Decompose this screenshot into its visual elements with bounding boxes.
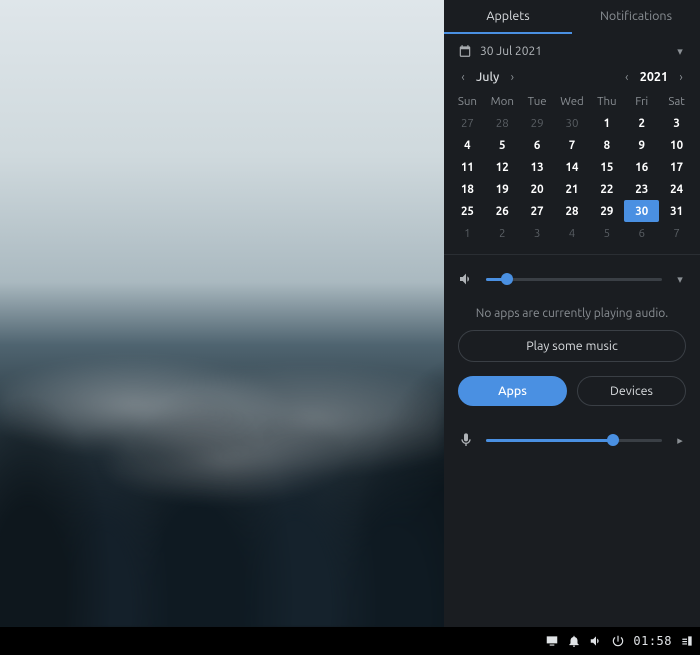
microphone-row: ▸ xyxy=(444,420,700,460)
tray-volume-icon[interactable] xyxy=(589,634,603,648)
calendar-icon xyxy=(458,44,472,58)
calendar-day[interactable]: 27 xyxy=(450,112,485,134)
date-header-text: 30 Jul 2021 xyxy=(480,45,542,58)
tray-sidebar-icon[interactable] xyxy=(680,634,694,648)
applets-panel: Applets Notifications 30 Jul 2021 ▾ ‹ Ju… xyxy=(444,0,700,627)
calendar-day[interactable]: 11 xyxy=(450,156,485,178)
taskbar: 01:58 xyxy=(0,627,700,655)
dow-label: Thu xyxy=(589,90,624,112)
tray-notifications-icon[interactable] xyxy=(567,634,581,648)
calendar-day[interactable]: 19 xyxy=(485,178,520,200)
microphone-icon[interactable] xyxy=(458,432,474,448)
dow-label: Tue xyxy=(520,90,555,112)
calendar-day[interactable]: 26 xyxy=(485,200,520,222)
tray-display-icon[interactable] xyxy=(545,634,559,648)
calendar-day[interactable]: 22 xyxy=(589,178,624,200)
calendar-day[interactable]: 2 xyxy=(624,112,659,134)
calendar-grid: SunMonTueWedThuFriSat 272829301234567891… xyxy=(444,90,700,250)
calendar-day[interactable]: 23 xyxy=(624,178,659,200)
desktop-wallpaper[interactable] xyxy=(0,0,444,627)
calendar-day[interactable]: 30 xyxy=(555,112,590,134)
tray-power-icon[interactable] xyxy=(611,634,625,648)
dow-label: Mon xyxy=(485,90,520,112)
calendar-day[interactable]: 1 xyxy=(450,222,485,244)
calendar-day[interactable]: 4 xyxy=(555,222,590,244)
volume-row: ▾ xyxy=(444,259,700,299)
apps-pill[interactable]: Apps xyxy=(458,376,567,406)
calendar-day[interactable]: 6 xyxy=(624,222,659,244)
tray-clock[interactable]: 01:58 xyxy=(633,634,672,648)
calendar-day[interactable]: 29 xyxy=(520,112,555,134)
calendar-day[interactable]: 20 xyxy=(520,178,555,200)
calendar-day[interactable]: 21 xyxy=(555,178,590,200)
calendar-day[interactable]: 15 xyxy=(589,156,624,178)
calendar-day[interactable]: 3 xyxy=(659,112,694,134)
calendar-day[interactable]: 25 xyxy=(450,200,485,222)
calendar-day[interactable]: 3 xyxy=(520,222,555,244)
microphone-expand-icon[interactable]: ▸ xyxy=(674,434,686,447)
dow-label: Wed xyxy=(555,90,590,112)
calendar-day[interactable]: 2 xyxy=(485,222,520,244)
volume-slider[interactable] xyxy=(486,278,662,281)
audio-tab-row: Apps Devices xyxy=(444,362,700,420)
dow-label: Sun xyxy=(450,90,485,112)
calendar-day[interactable]: 18 xyxy=(450,178,485,200)
calendar-day[interactable]: 6 xyxy=(520,134,555,156)
dow-label: Sat xyxy=(659,90,694,112)
tab-applets[interactable]: Applets xyxy=(444,0,572,34)
calendar-day[interactable]: 14 xyxy=(555,156,590,178)
dow-label: Fri xyxy=(624,90,659,112)
month-next-button[interactable]: › xyxy=(503,68,521,86)
no-apps-text: No apps are currently playing audio. xyxy=(444,299,700,330)
calendar-day[interactable]: 24 xyxy=(659,178,694,200)
calendar-day[interactable]: 30 xyxy=(624,200,659,222)
month-prev-button[interactable]: ‹ xyxy=(454,68,472,86)
calendar-day[interactable]: 12 xyxy=(485,156,520,178)
calendar-nav: ‹ July › ‹ 2021 › xyxy=(444,62,700,90)
month-label[interactable]: July xyxy=(474,70,501,84)
year-next-button[interactable]: › xyxy=(672,68,690,86)
microphone-slider[interactable] xyxy=(486,439,662,442)
calendar-day[interactable]: 8 xyxy=(589,134,624,156)
calendar-day[interactable]: 4 xyxy=(450,134,485,156)
date-header-row[interactable]: 30 Jul 2021 ▾ xyxy=(444,34,700,62)
calendar-day[interactable]: 28 xyxy=(555,200,590,222)
calendar-day[interactable]: 31 xyxy=(659,200,694,222)
calendar-day[interactable]: 27 xyxy=(520,200,555,222)
year-prev-button[interactable]: ‹ xyxy=(618,68,636,86)
calendar-day[interactable]: 9 xyxy=(624,134,659,156)
calendar-day[interactable]: 17 xyxy=(659,156,694,178)
volume-expand-icon[interactable]: ▾ xyxy=(674,273,686,286)
tab-notifications[interactable]: Notifications xyxy=(572,0,700,34)
speaker-icon[interactable] xyxy=(458,271,474,287)
panel-tabs: Applets Notifications xyxy=(444,0,700,34)
calendar-day[interactable]: 13 xyxy=(520,156,555,178)
calendar-day[interactable]: 7 xyxy=(555,134,590,156)
date-expand-icon[interactable]: ▾ xyxy=(674,45,686,58)
play-music-button[interactable]: Play some music xyxy=(458,330,686,362)
calendar-day[interactable]: 5 xyxy=(589,222,624,244)
year-label[interactable]: 2021 xyxy=(638,70,670,84)
calendar-day[interactable]: 29 xyxy=(589,200,624,222)
calendar-day[interactable]: 1 xyxy=(589,112,624,134)
devices-pill[interactable]: Devices xyxy=(577,376,686,406)
calendar-day[interactable]: 7 xyxy=(659,222,694,244)
calendar-day[interactable]: 16 xyxy=(624,156,659,178)
calendar-day[interactable]: 28 xyxy=(485,112,520,134)
calendar-day[interactable]: 10 xyxy=(659,134,694,156)
calendar-day[interactable]: 5 xyxy=(485,134,520,156)
